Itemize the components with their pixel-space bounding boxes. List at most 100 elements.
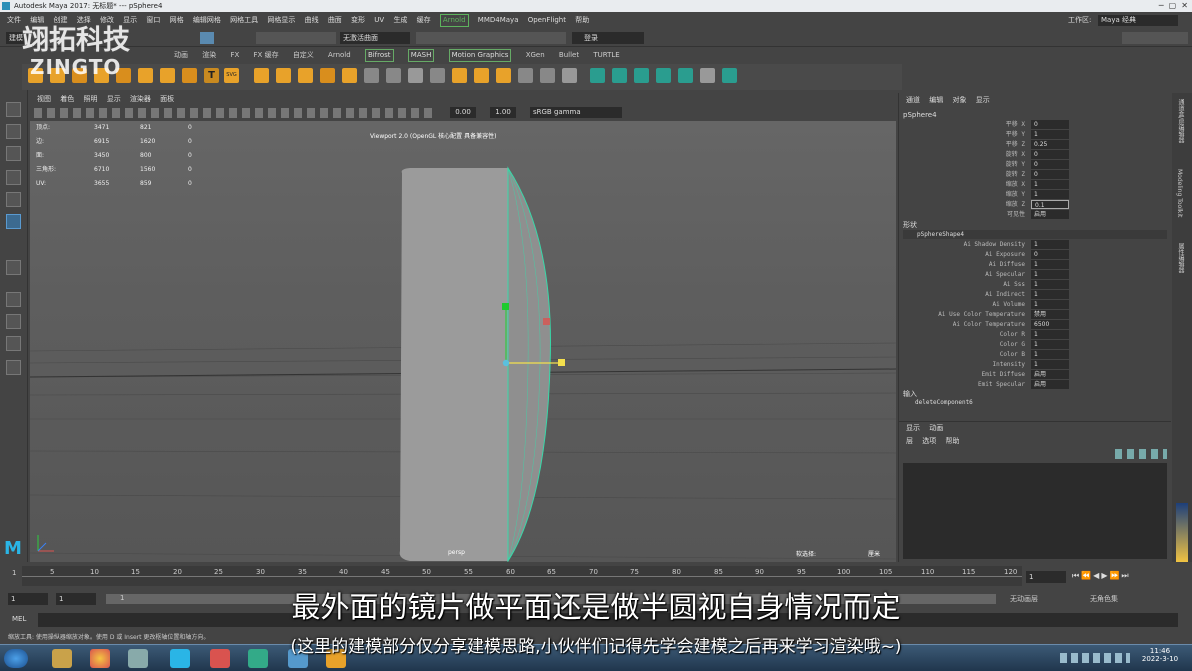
uv-auto-icon[interactable] — [656, 68, 671, 83]
attr-row[interactable]: 可见性 启用 — [899, 210, 1171, 220]
select-tool-icon[interactable] — [6, 102, 21, 117]
workspace-dropdown[interactable]: Maya 经典 — [1098, 15, 1178, 26]
attr-row[interactable]: 缩放 Z 0.1 — [899, 200, 1171, 210]
side-tab-modeling-toolkit[interactable]: Modeling Toolkit — [1176, 169, 1183, 217]
menu-uv[interactable]: UV — [374, 12, 384, 29]
layer-menu-help[interactable]: 帮助 — [945, 435, 959, 447]
side-tab-channelbox[interactable]: 通道盒/层编辑器 — [1176, 99, 1185, 143]
svg-tool-icon[interactable]: SVG — [224, 68, 239, 83]
shelf-tab-fx[interactable]: FX — [230, 47, 239, 64]
attr-row[interactable]: 平移 Y1 — [899, 130, 1171, 140]
poly-disc-icon[interactable] — [160, 68, 175, 83]
playback-controls[interactable]: ⏮⏪◀▶⏩⏭ — [1072, 571, 1186, 583]
attr-row[interactable]: 平移 Z 0.25 — [899, 140, 1171, 150]
attr-row[interactable]: Ai Sss 1 — [899, 280, 1171, 290]
boolean-icon[interactable] — [364, 68, 379, 83]
lens-body[interactable] — [399, 168, 509, 561]
shelf-tab-bifrost[interactable]: Bifrost — [364, 49, 394, 62]
shelf-tab-motion-graphics[interactable]: Motion Graphics — [448, 49, 512, 62]
layer-list[interactable] — [903, 463, 1167, 559]
four-view-icon[interactable] — [6, 314, 21, 329]
menu-generate[interactable]: 生成 — [393, 12, 407, 29]
connect-icon[interactable] — [430, 68, 445, 83]
single-perspective-icon[interactable] — [6, 292, 21, 307]
attr-row[interactable]: Ai Exposure 0 — [899, 250, 1171, 260]
attr-row[interactable]: Ai Diffuse 1 — [899, 260, 1171, 270]
attr-row[interactable]: Color R1 — [899, 330, 1171, 340]
vp-menu-show[interactable]: 显示 — [107, 93, 121, 105]
uv-spherical-icon[interactable] — [634, 68, 649, 83]
uv-cut-icon[interactable] — [722, 68, 737, 83]
menu-deform[interactable]: 变形 — [351, 12, 365, 29]
multi-cut-icon[interactable] — [386, 68, 401, 83]
attr-row[interactable]: 平移 X0 — [899, 120, 1171, 130]
vp-menu-panels[interactable]: 面板 — [160, 93, 174, 105]
side-tab-attribute-editor[interactable]: 属性编辑器 — [1176, 243, 1185, 273]
live-surface-field[interactable]: 无激活曲面 — [340, 32, 410, 44]
merge-icon[interactable] — [562, 68, 577, 83]
vp-menu-view[interactable]: 视图 — [37, 93, 51, 105]
attr-row[interactable]: 旋转 Z0 — [899, 170, 1171, 180]
menu-window[interactable]: 窗口 — [146, 12, 160, 29]
text-tool-icon[interactable]: T — [204, 68, 219, 83]
layer-tab-anim[interactable]: 动画 — [929, 422, 943, 435]
menu-openflight[interactable]: OpenFlight — [528, 12, 566, 29]
login-dropdown[interactable]: 登录 — [572, 32, 644, 44]
cb-tab-show[interactable]: 显示 — [976, 93, 990, 107]
attr-row[interactable]: Emit Diffuse 启用 — [899, 370, 1171, 380]
attr-row[interactable]: 缩放 X1 — [899, 180, 1171, 190]
menu-edit-mesh[interactable]: 编辑网格 — [193, 12, 221, 29]
menu-arnold[interactable]: Arnold — [439, 14, 469, 27]
extrude-icon[interactable] — [474, 68, 489, 83]
viewport-tool-icons[interactable] — [34, 108, 434, 118]
input-node[interactable]: deleteComponent6 — [915, 399, 973, 406]
shape-node[interactable]: pSphereShape4 — [903, 230, 1167, 239]
move-tool-icon[interactable] — [6, 170, 21, 185]
render-toolbar-icons[interactable] — [416, 32, 566, 44]
scale-z-handle[interactable] — [558, 359, 565, 366]
lasso-tool-icon[interactable] — [6, 124, 21, 139]
menu-mesh-tools[interactable]: 网格工具 — [230, 12, 258, 29]
menu-file[interactable]: 文件 — [7, 12, 21, 29]
scale-tool-icon[interactable] — [6, 214, 21, 229]
shelf-tab-bullet[interactable]: Bullet — [559, 47, 579, 64]
menu-mesh-display[interactable]: 网格显示 — [267, 12, 295, 29]
viewport-3d[interactable]: 顶点: 3471 821 0 边: 6915 1620 0 面: 3450 800 0 三角形: 6… — [30, 121, 896, 562]
mirror-icon[interactable] — [298, 68, 313, 83]
scale-y-handle[interactable] — [502, 303, 509, 310]
rotate-tool-icon[interactable] — [6, 192, 21, 207]
scale-x-handle[interactable] — [543, 318, 550, 325]
reduce-icon[interactable] — [342, 68, 357, 83]
attr-row[interactable]: Color B1 — [899, 350, 1171, 360]
uv-unfold-icon[interactable] — [678, 68, 693, 83]
bridge-icon[interactable] — [496, 68, 511, 83]
two-view-icon[interactable] — [6, 336, 21, 351]
show-manipulator-icon[interactable] — [6, 260, 21, 275]
menu-mesh[interactable]: 网格 — [170, 12, 184, 29]
attr-row[interactable]: Ai Volume 1 — [899, 300, 1171, 310]
shelf-tab-animation[interactable]: 动画 — [174, 47, 188, 64]
uv-cylindrical-icon[interactable] — [612, 68, 627, 83]
snap-icon[interactable] — [200, 32, 214, 44]
menu-cache[interactable]: 缓存 — [417, 12, 431, 29]
attr-row[interactable]: 旋转 X0 — [899, 150, 1171, 160]
shelf-tab-rendering[interactable]: 渲染 — [202, 47, 216, 64]
menu-mmd4maya[interactable]: MMD4Maya — [478, 12, 519, 29]
lens-dome-wireframe[interactable] — [507, 166, 551, 562]
shelf-tab-turtle[interactable]: TURTLE — [593, 47, 619, 64]
cb-tab-object[interactable]: 对象 — [952, 93, 966, 107]
attr-row[interactable]: 旋转 Y0 — [899, 160, 1171, 170]
shelf-tab-custom[interactable]: 自定义 — [293, 47, 314, 64]
snap-toolbar-icons[interactable] — [256, 32, 336, 44]
window-controls[interactable]: ─ ▢ ✕ — [1159, 0, 1188, 12]
attr-row[interactable]: Emit Specular 启用 — [899, 380, 1171, 390]
separate-icon[interactable] — [276, 68, 291, 83]
poly-plane-icon[interactable] — [138, 68, 153, 83]
menu-help[interactable]: 帮助 — [575, 12, 589, 29]
target-weld-icon[interactable] — [408, 68, 423, 83]
layer-tab-display[interactable]: 显示 — [906, 422, 920, 435]
panel-toggle-icons[interactable] — [1122, 32, 1188, 44]
attr-row[interactable]: Ai Shadow Density 1 — [899, 240, 1171, 250]
colorspace-dropdown[interactable]: sRGB gamma — [530, 107, 622, 118]
uv-layout-icon[interactable] — [700, 68, 715, 83]
